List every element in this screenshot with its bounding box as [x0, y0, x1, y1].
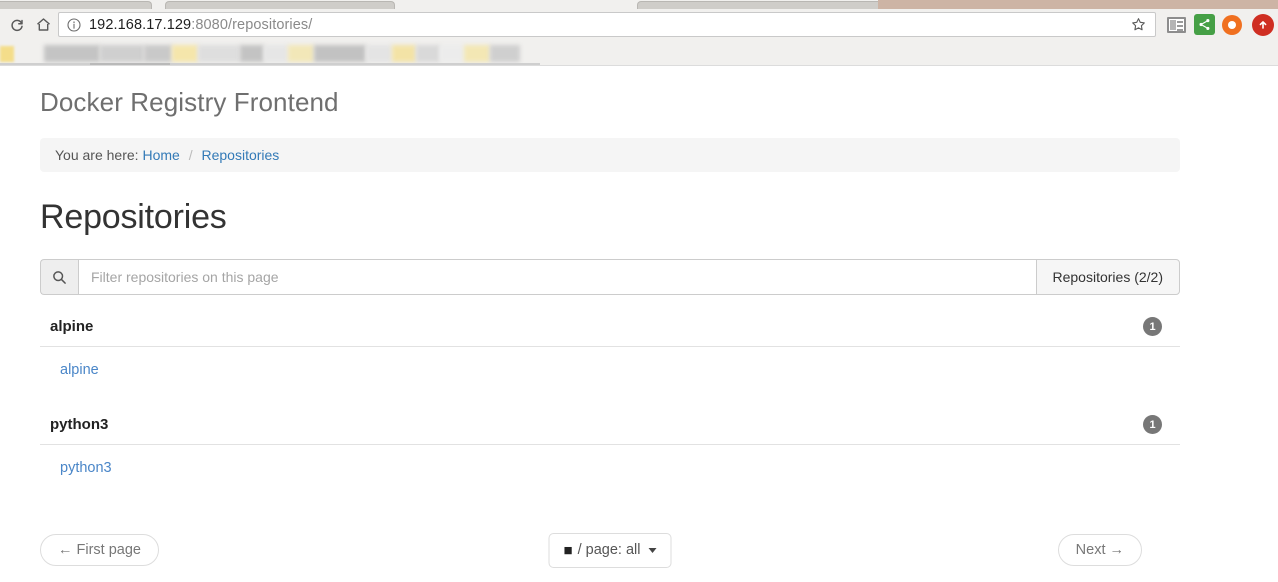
repositories-count-button[interactable]: Repositories (2/2)	[1035, 259, 1180, 295]
red-circle-extension-icon[interactable]	[1246, 12, 1274, 38]
browser-toolbar: 192.168.17.129:8080/repositories/	[0, 9, 1278, 40]
browser-tab-active[interactable]	[878, 0, 1278, 9]
reload-icon[interactable]	[4, 12, 30, 38]
bookmark-item-redacted[interactable]	[172, 45, 198, 62]
per-page-label: / page: all	[577, 541, 641, 558]
search-input[interactable]	[78, 259, 1036, 295]
breadcrumb-separator: /	[188, 147, 193, 163]
pagination: ← First page ■ / page: all Next →	[40, 532, 1180, 568]
page-title: Repositories	[40, 198, 227, 236]
per-page-dropdown-wrapper: ■ / page: all	[548, 532, 672, 568]
address-bar-url[interactable]: 192.168.17.129:8080/repositories/	[89, 17, 1127, 33]
filter-bar: Repositories (2/2)	[40, 259, 1180, 295]
repository-block: alpine 1 alpine	[40, 313, 1180, 379]
bookmarks-bar-divider	[0, 63, 540, 65]
next-page-button[interactable]: Next →	[1057, 533, 1142, 567]
repository-link[interactable]: alpine	[60, 362, 99, 378]
browser-chrome: 192.168.17.129:8080/repositories/	[0, 0, 1278, 66]
status-badge: 1	[1143, 317, 1162, 336]
breadcrumb-link-home[interactable]: Home	[142, 147, 179, 163]
bookmark-item-redacted[interactable]	[198, 45, 240, 62]
repository-header[interactable]: alpine 1	[40, 313, 1180, 347]
repository-items: python3	[40, 445, 1180, 477]
news-reader-extension-icon[interactable]	[1162, 12, 1190, 38]
browser-tabstrip	[0, 0, 1278, 9]
bookmark-item-redacted[interactable]	[264, 45, 288, 62]
url-host: 192.168.17.129	[89, 16, 192, 33]
bookmark-item-redacted[interactable]	[314, 45, 366, 62]
bookmark-star-icon[interactable]	[1127, 14, 1149, 36]
status-badge: 1	[1143, 415, 1162, 434]
browser-tab-partial-2[interactable]	[165, 1, 395, 9]
repository-header[interactable]: python3 1	[40, 411, 1180, 445]
book-icon: ■	[563, 541, 573, 559]
bookmark-item-redacted[interactable]	[240, 45, 264, 62]
breadcrumb-prefix: You are here:	[55, 147, 139, 163]
bookmark-item-redacted[interactable]	[440, 45, 464, 62]
chevron-down-icon	[648, 547, 657, 553]
url-path: :8080/repositories/	[191, 16, 313, 33]
bookmark-item-redacted[interactable]	[490, 45, 520, 62]
repository-link[interactable]: python3	[60, 460, 112, 476]
search-icon	[40, 259, 78, 295]
home-icon[interactable]	[30, 12, 56, 38]
page-body: Docker Registry Frontend You are here: H…	[0, 66, 1278, 568]
bookmark-item-redacted[interactable]	[100, 45, 144, 62]
orange-circle-extension-icon[interactable]	[1218, 12, 1246, 38]
breadcrumb-link-repositories[interactable]: Repositories	[201, 147, 279, 163]
bookmark-item-redacted[interactable]	[464, 45, 490, 62]
bookmark-item-redacted[interactable]	[288, 45, 314, 62]
share-extension-icon[interactable]	[1190, 12, 1218, 38]
site-title: Docker Registry Frontend	[40, 87, 339, 117]
bookmarks-bar-divider-highlight	[90, 63, 170, 65]
browser-extension-bar	[1158, 12, 1274, 38]
repository-items: alpine	[40, 347, 1180, 379]
browser-tab-partial-1[interactable]	[0, 1, 152, 9]
bookmark-item-redacted[interactable]	[392, 45, 416, 62]
repository-name: alpine	[50, 318, 94, 335]
bookmark-folder-icon[interactable]	[0, 46, 14, 62]
bookmark-item-redacted[interactable]	[144, 45, 172, 62]
first-page-button[interactable]: ← First page	[40, 533, 159, 567]
breadcrumb: You are here: Home / Repositories	[40, 138, 1180, 172]
address-bar[interactable]: 192.168.17.129:8080/repositories/	[58, 12, 1156, 37]
bookmarks-bar[interactable]	[0, 40, 1278, 66]
bookmark-item-redacted[interactable]	[44, 45, 100, 62]
bookmark-item-redacted[interactable]	[416, 45, 440, 62]
repository-list: alpine 1 alpine python3 1 python3	[40, 313, 1180, 477]
bookmark-item-redacted[interactable]	[366, 45, 392, 62]
repository-name: python3	[50, 416, 109, 433]
site-info-icon[interactable]	[67, 17, 81, 32]
page-container: Docker Registry Frontend You are here: H…	[40, 87, 1180, 568]
browser-tab-partial-3[interactable]	[637, 1, 882, 9]
repository-block: python3 1 python3	[40, 411, 1180, 477]
per-page-dropdown[interactable]: ■ / page: all	[548, 532, 672, 568]
